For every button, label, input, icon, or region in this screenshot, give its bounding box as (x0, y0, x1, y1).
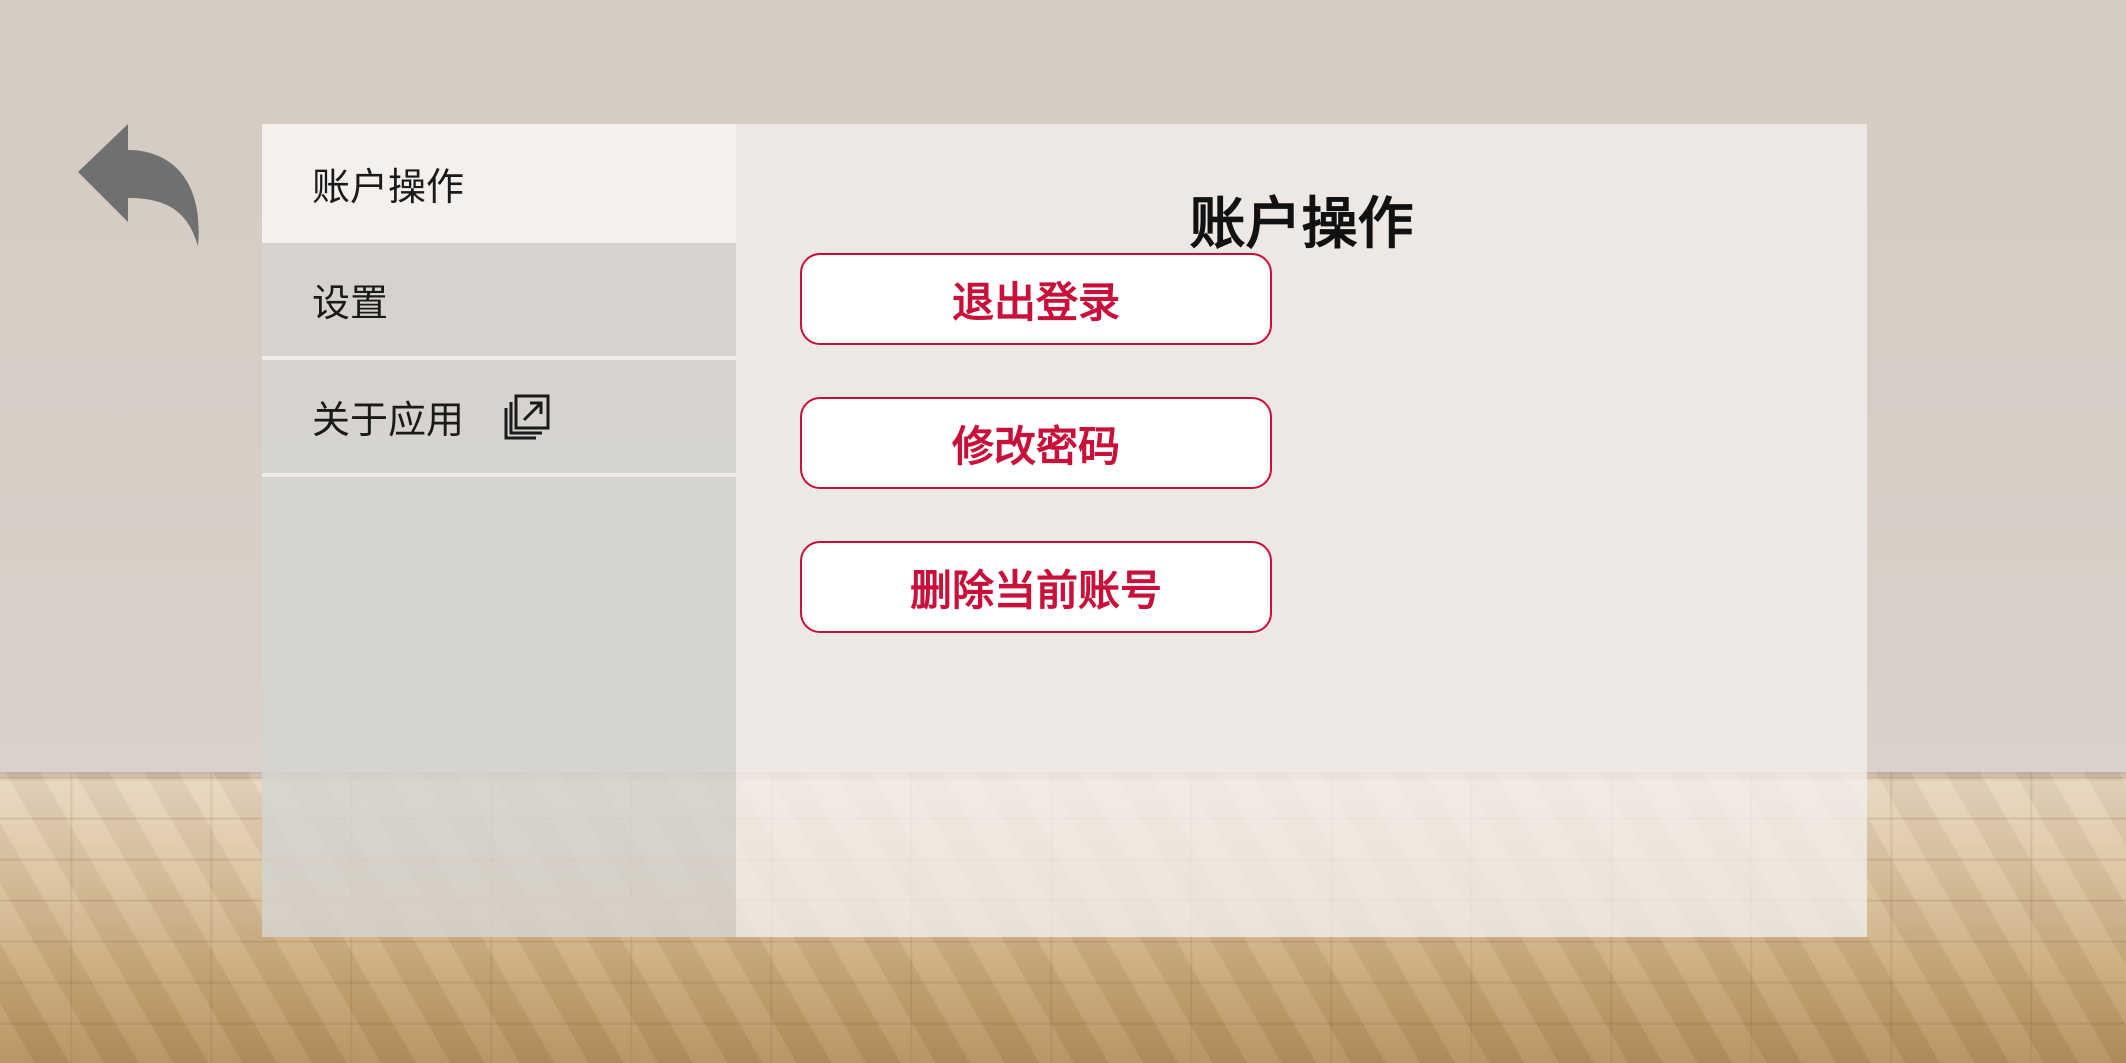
sidebar-item-label: 账户操作 (312, 165, 465, 209)
sidebar-item-settings[interactable]: 设置 (262, 243, 736, 360)
logout-button[interactable]: 退出登录 (800, 253, 1272, 345)
main-content: 账户操作 (736, 124, 1867, 937)
sidebar-item-label: 设置 (312, 281, 389, 325)
app-screen: 账户操作 设置 关于应用 账户操作 退出登录 修改密码 删除当前账号 (0, 0, 2126, 1063)
back-arrow-icon (78, 124, 199, 246)
sidebar-item-about-app[interactable]: 关于应用 (262, 360, 736, 477)
back-button[interactable] (76, 120, 206, 250)
sidebar-item-label: 关于应用 (312, 398, 465, 442)
delete-account-button[interactable]: 删除当前账号 (800, 541, 1272, 633)
page-title: 账户操作 (1189, 192, 1414, 257)
settings-panel: 账户操作 设置 关于应用 账户操作 (262, 124, 1867, 937)
external-link-icon (504, 394, 550, 440)
change-password-button[interactable]: 修改密码 (800, 397, 1272, 489)
sidebar: 账户操作 设置 关于应用 (262, 124, 736, 937)
sidebar-item-account-actions[interactable]: 账户操作 (262, 124, 736, 243)
